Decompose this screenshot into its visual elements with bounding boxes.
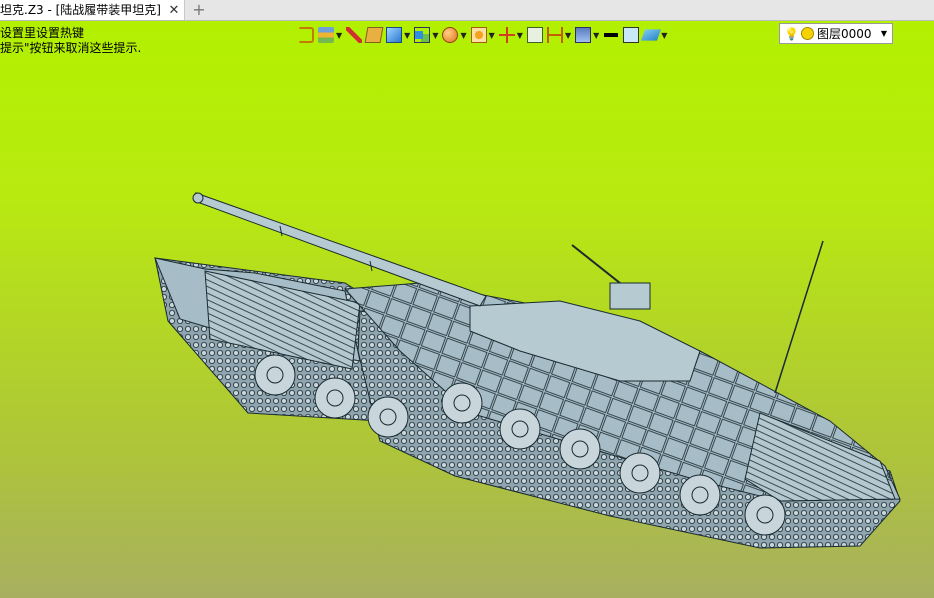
tank-model[interactable] (0, 21, 934, 598)
document-tab[interactable]: 坦克.Z3 - [陆战履带装甲坦克] ✕ (0, 0, 185, 20)
tab-title: 坦克.Z3 - [陆战履带装甲坦克] (0, 3, 161, 17)
close-icon[interactable]: ✕ (167, 3, 181, 18)
plus-icon[interactable]: + (190, 0, 208, 20)
3d-viewport[interactable]: 设置里设置热键 提示"按钮来取消这些提示. ▼ ▼ ▼ ▼ ▼ ▼ ▼ ▼ ▼ … (0, 21, 934, 598)
tab-bar: 坦克.Z3 - [陆战履带装甲坦克] ✕ + (0, 0, 934, 21)
